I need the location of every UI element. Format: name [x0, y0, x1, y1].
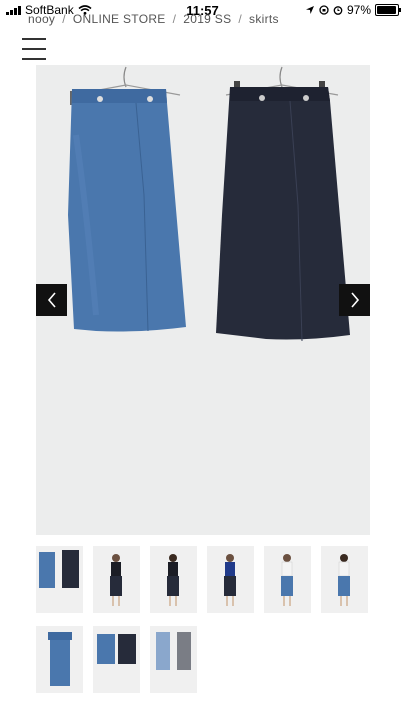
alarm-icon: [333, 6, 343, 15]
breadcrumb-item-store[interactable]: ONLINE STORE: [73, 12, 166, 26]
chevron-left-icon: [47, 292, 56, 308]
breadcrumb-separator: /: [62, 12, 66, 26]
breadcrumb-item-home[interactable]: nooy: [28, 12, 55, 26]
battery-icon: [375, 4, 401, 16]
breadcrumb: nooy / ONLINE STORE / 2019 SS / skirts: [28, 12, 279, 26]
thumbnail-4[interactable]: [207, 546, 254, 613]
skirts-photo: [68, 66, 350, 342]
breadcrumb-item-category[interactable]: skirts: [249, 12, 279, 26]
breadcrumb-separator: /: [172, 12, 177, 26]
location-icon: [305, 6, 314, 14]
thumbnail-5[interactable]: [264, 546, 311, 613]
main-product-image: [36, 65, 370, 535]
battery-percent: 97%: [346, 3, 371, 17]
thumbnail-8[interactable]: [93, 626, 140, 693]
thumbnail-2[interactable]: [93, 546, 140, 613]
rotation-lock-icon: [319, 5, 329, 15]
thumbnail-6[interactable]: [321, 546, 368, 613]
chevron-right-icon: [350, 292, 359, 308]
status-right: 97%: [305, 3, 401, 17]
thumbnail-1[interactable]: [36, 546, 83, 613]
thumbnail-7[interactable]: [36, 626, 83, 693]
thumbnail-3[interactable]: [150, 546, 197, 613]
breadcrumb-item-season[interactable]: 2019 SS: [183, 12, 231, 26]
next-image-button[interactable]: [339, 284, 370, 316]
thumbnail-9[interactable]: [150, 626, 197, 693]
previous-image-button[interactable]: [36, 284, 67, 316]
menu-icon[interactable]: [22, 38, 46, 60]
breadcrumb-separator: /: [238, 12, 243, 26]
